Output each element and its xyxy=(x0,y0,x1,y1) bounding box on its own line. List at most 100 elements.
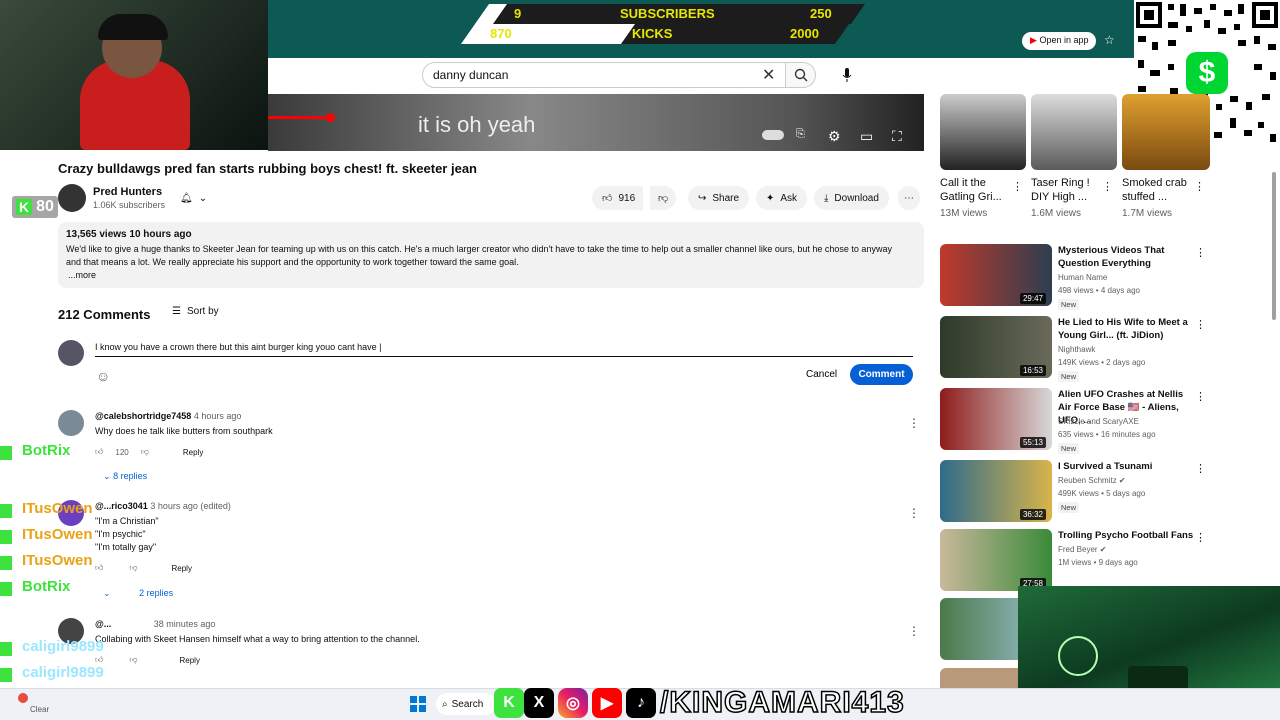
video-channel[interactable]: Reuben Schmitz ✔ xyxy=(1058,476,1126,485)
comment-menu-icon[interactable]: ⋮ xyxy=(908,506,920,520)
video-menu-icon[interactable]: ⋮ xyxy=(1195,390,1206,403)
comment-submit-button[interactable]: Comment xyxy=(850,364,913,385)
more-actions-button[interactable]: ⋯ xyxy=(898,186,920,210)
video-meta: 499K views • 5 days ago xyxy=(1058,489,1146,498)
short-title[interactable]: Taser Ring ! DIY High ... xyxy=(1031,176,1107,204)
recommended-video[interactable]: 16:53 He Lied to His Wife to Meet a Youn… xyxy=(940,316,1210,382)
short-views: 13M views xyxy=(940,208,988,219)
short-thumbnail[interactable] xyxy=(940,94,1026,170)
reply-button[interactable]: Reply xyxy=(183,448,203,457)
sort-label: Sort by xyxy=(186,306,219,317)
search-icon xyxy=(794,68,807,82)
progress-scrubber[interactable] xyxy=(326,113,335,122)
video-meta: 1M views • 9 days ago xyxy=(1058,558,1138,567)
short-title[interactable]: Smoked crab stuffed ... xyxy=(1122,176,1198,204)
sort-icon: ☰ xyxy=(172,306,181,317)
voice-search-button[interactable] xyxy=(836,62,858,88)
short-menu-icon[interactable]: ⋮ xyxy=(1194,180,1205,193)
video-menu-icon[interactable]: ⋮ xyxy=(1195,462,1206,475)
share-button[interactable]: ↪ Share xyxy=(688,186,750,210)
comment-author[interactable]: @...rico3041 3 hours ago (edited) xyxy=(95,501,231,511)
comment-handle[interactable]: @...rico3041 xyxy=(95,501,148,511)
short-title[interactable]: Call it the Gatling Gri... xyxy=(940,176,1016,204)
cancel-button[interactable]: Cancel xyxy=(800,364,843,385)
thumbs-down-icon[interactable]: 👎︎ xyxy=(129,655,137,665)
theater-mode-icon[interactable]: ▭ xyxy=(860,128,873,145)
recommended-video[interactable]: 55:13 Alien UFO Crashes at Nellis Air Fo… xyxy=(940,388,1210,454)
view-replies-button[interactable]: ⌄ 2 replies xyxy=(103,588,173,599)
sort-by-button[interactable]: ☰ Sort by xyxy=(172,306,219,317)
reply-button[interactable]: Reply xyxy=(172,564,192,573)
recommended-video[interactable]: 29:47 Mysterious Videos That Question Ev… xyxy=(940,244,1210,310)
recommended-video[interactable]: 27:58 Trolling Psycho Football Fans Fred… xyxy=(940,529,1210,593)
recommended-video[interactable]: 36:32 I Survived a Tsunami Reuben Schmit… xyxy=(940,460,1210,524)
chat-username: ITusOwen xyxy=(22,500,93,517)
open-in-app-button[interactable]: ▶ Open in app xyxy=(1022,32,1097,50)
subs-goal: 250 xyxy=(810,6,832,21)
video-menu-icon[interactable]: ⋮ xyxy=(1195,531,1206,544)
ask-button[interactable]: ✦ Ask xyxy=(756,186,808,210)
comment-author[interactable]: @calebshortridge7458 4 hours ago xyxy=(95,411,241,421)
kick-viewer-count: 80 xyxy=(36,198,54,215)
comment-menu-icon[interactable]: ⋮ xyxy=(908,624,920,638)
reply-button[interactable]: Reply xyxy=(180,656,200,665)
video-title[interactable]: I Survived a Tsunami xyxy=(1058,460,1198,473)
view-replies-button[interactable]: ⌄ 8 replies xyxy=(103,471,147,482)
star-icon[interactable]: ☆ xyxy=(1104,33,1115,47)
comment-avatar[interactable] xyxy=(58,410,84,436)
short-thumbnail[interactable] xyxy=(1122,94,1210,170)
windows-start-icon[interactable] xyxy=(410,696,426,712)
like-button[interactable]: 👍︎ 916 xyxy=(592,186,644,210)
taskbar-search[interactable]: ⌕ Search xyxy=(436,693,496,715)
comment-time: 3 hours ago (edited) xyxy=(150,501,231,511)
video-title[interactable]: Trolling Psycho Football Fans xyxy=(1058,529,1198,542)
search-input[interactable]: danny duncan xyxy=(422,62,786,88)
video-description[interactable]: 13,565 views 10 hours ago We'd like to g… xyxy=(58,222,924,288)
search-icon: ⌕ xyxy=(442,698,448,710)
thumbs-up-icon[interactable]: 👍︎ xyxy=(95,563,103,573)
emoji-icon[interactable]: ☺ xyxy=(96,368,110,384)
settings-gear-icon[interactable]: ⚙ xyxy=(828,128,841,145)
captions-icon[interactable]: ⎘ xyxy=(796,128,805,141)
video-channel[interactable]: Human Name xyxy=(1058,273,1107,282)
comment-handle[interactable]: @... xyxy=(95,619,111,629)
comment-menu-icon[interactable]: ⋮ xyxy=(908,416,920,430)
short-menu-icon[interactable]: ⋮ xyxy=(1102,180,1113,193)
search-button[interactable] xyxy=(786,62,816,88)
fullscreen-icon[interactable]: ⛶ xyxy=(892,128,902,145)
notification-bell-button[interactable]: 🔔︎ ⌄ xyxy=(176,186,211,210)
new-badge: New xyxy=(1058,299,1080,310)
channel-name[interactable]: Pred Hunters xyxy=(93,186,162,198)
video-player[interactable] xyxy=(268,94,924,151)
ring-light xyxy=(1058,636,1098,676)
thumbs-down-icon[interactable]: 👎︎ xyxy=(129,563,137,573)
autoplay-toggle[interactable] xyxy=(762,130,784,140)
video-menu-icon[interactable]: ⋮ xyxy=(1195,246,1206,259)
channel-avatar[interactable] xyxy=(58,184,86,212)
video-title[interactable]: Mysterious Videos That Question Everythi… xyxy=(1058,244,1198,270)
video-progress-bar[interactable] xyxy=(268,116,330,119)
comment-author[interactable]: @... 38 minutes ago xyxy=(95,619,215,629)
video-title[interactable]: He Lied to His Wife to Meet a Young Girl… xyxy=(1058,316,1198,342)
thumbs-up-icon[interactable]: 👍︎ xyxy=(95,447,103,457)
dislike-button[interactable]: 👎︎ xyxy=(650,186,677,210)
video-channel[interactable]: SKizzle and ScaryAXE xyxy=(1058,417,1139,426)
video-channel[interactable]: Nighthawk xyxy=(1058,345,1095,354)
video-menu-icon[interactable]: ⋮ xyxy=(1195,318,1206,331)
video-duration: 55:13 xyxy=(1019,437,1046,448)
page-scrollbar[interactable] xyxy=(1272,172,1276,320)
download-button[interactable]: ⤓ Download xyxy=(814,186,889,210)
short-menu-icon[interactable]: ⋮ xyxy=(1012,180,1023,193)
clear-search-icon[interactable]: ✕ xyxy=(762,65,775,85)
comment-actions: 👍︎ 👎︎ Reply xyxy=(95,563,192,573)
comment-input[interactable]: I know you have a crown there but this a… xyxy=(95,340,913,357)
video-channel[interactable]: Fred Beyer ✔ xyxy=(1058,545,1107,554)
comment-handle[interactable]: @calebshortridge7458 xyxy=(95,411,191,421)
weather-icon[interactable] xyxy=(18,693,28,703)
sparkle-icon: ✦ xyxy=(766,192,775,204)
kicks-goal: 2000 xyxy=(790,26,819,41)
thumbs-down-icon[interactable]: 👎︎ xyxy=(141,447,149,457)
show-more-link[interactable]: ...more xyxy=(68,269,916,282)
short-thumbnail[interactable] xyxy=(1031,94,1117,170)
kick-viewer-badge: K 80 xyxy=(12,196,58,218)
